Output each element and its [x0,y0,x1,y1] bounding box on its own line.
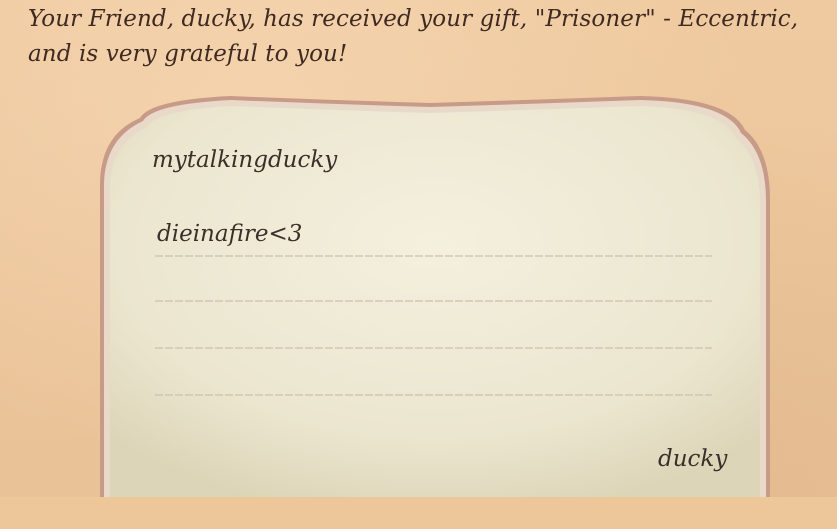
card-signature: ducky [658,446,728,472]
card-recipient-name: mytalkingducky [152,147,338,173]
card-message-text: dieinafire<3 [157,221,303,247]
bottom-panel-edge [0,497,837,529]
